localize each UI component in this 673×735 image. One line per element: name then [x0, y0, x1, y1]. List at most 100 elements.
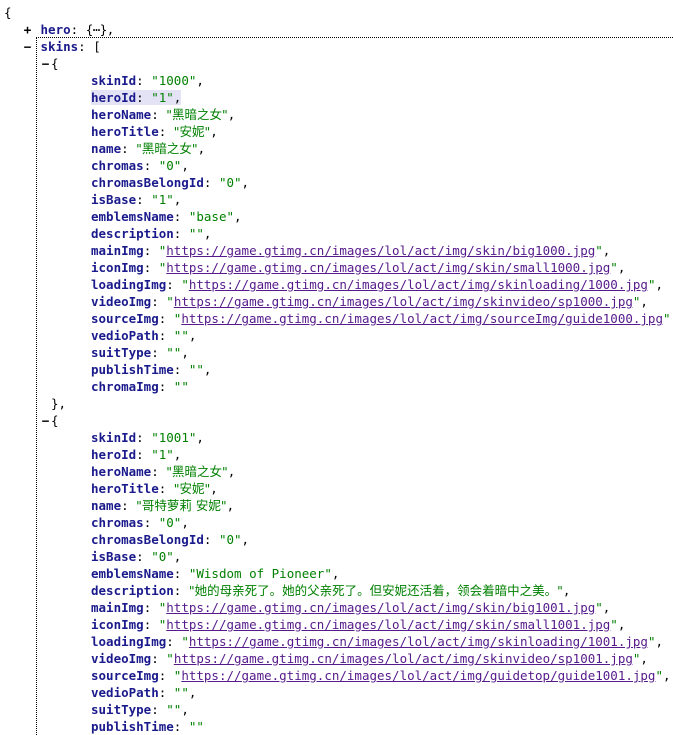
json-field-row: description: "她的母亲死了。她的父亲死了。但安妮还活着，领会着暗中… [0, 582, 673, 599]
skin-item-collapse-toggle[interactable]: − [40, 55, 51, 72]
field-string-value: "黑暗之女" [166, 107, 228, 122]
field-trailing-comma: , [242, 532, 250, 547]
skins-items-host: −{skinId: "1000",heroId: "1",heroName: "… [0, 55, 673, 735]
field-colon: : [144, 243, 159, 258]
field-trailing-comma: , [210, 124, 218, 139]
field-quote-close: " [595, 243, 603, 258]
hero-collapsed-object[interactable]: {⋯} [86, 22, 107, 37]
field-link-value[interactable]: https://game.gtimg.cn/images/lol/act/img… [189, 277, 648, 292]
field-string-value: "1001" [151, 430, 196, 445]
json-tree-viewer: { + hero: {⋯}, − skins: [ −{skinId: "100… [0, 0, 673, 735]
json-field-row: sourceImg: "https://game.gtimg.cn/images… [0, 667, 673, 684]
field-key: chromasBelongId [91, 175, 204, 190]
json-field-row: emblemsName: "base", [0, 208, 673, 225]
field-string-value: "" [174, 379, 189, 394]
json-field-row: loadingImg: "https://game.gtimg.cn/image… [0, 276, 673, 293]
json-field-row: chromas: "0", [0, 514, 673, 531]
field-colon: : [159, 668, 174, 683]
json-field-row: name: "哥特萝莉 安妮", [0, 497, 673, 514]
field-key: chromas [91, 158, 144, 173]
json-field: mainImg: "https://game.gtimg.cn/images/l… [91, 243, 610, 258]
field-key: videoImg [91, 294, 151, 309]
field-string-value: "" [174, 328, 189, 343]
field-key: heroTitle [91, 124, 159, 139]
skin-item-close-brace: }, [51, 396, 66, 411]
json-field-row: heroName: "黑暗之女", [0, 463, 673, 480]
field-colon: : [136, 549, 151, 564]
field-trailing-comma: , [181, 515, 189, 530]
field-string-value: "黑暗之女" [136, 141, 198, 156]
field-key: chromasBelongId [91, 532, 204, 547]
field-colon: : [159, 379, 174, 394]
field-quote-open: " [166, 651, 174, 666]
field-key: sourceImg [91, 668, 159, 683]
field-trailing-comma: , [181, 702, 189, 717]
field-key: publishTime [91, 719, 174, 734]
json-field: videoImg: "https://game.gtimg.cn/images/… [91, 294, 648, 309]
json-field: vedioPath: "", [91, 328, 196, 343]
field-trailing-comma: , [640, 294, 648, 309]
field-key: vedioPath [91, 328, 159, 343]
skin-item-collapse-toggle[interactable]: − [40, 412, 51, 429]
field-string-value: "" [189, 719, 204, 734]
json-field: skinId: "1000", [91, 73, 204, 88]
field-key: suitType [91, 702, 151, 717]
json-field-row: heroName: "黑暗之女", [0, 106, 673, 123]
field-colon: : [159, 481, 174, 496]
json-field: name: "黑暗之女", [91, 141, 205, 156]
json-field: chromas: "0", [91, 515, 189, 530]
json-field-row: heroTitle: "安妮", [0, 123, 673, 140]
field-trailing-comma: , [181, 345, 189, 360]
field-link-value[interactable]: https://game.gtimg.cn/images/lol/act/img… [166, 600, 595, 615]
json-field: sourceImg: "https://game.gtimg.cn/images… [91, 668, 671, 683]
field-link-value[interactable]: https://game.gtimg.cn/images/lol/act/img… [166, 260, 610, 275]
json-field: description: "", [91, 226, 211, 241]
field-key: emblemsName [91, 566, 174, 581]
field-trailing-comma: , [655, 634, 663, 649]
json-field-row: name: "黑暗之女", [0, 140, 673, 157]
field-link-value[interactable]: https://game.gtimg.cn/images/lol/act/img… [174, 294, 633, 309]
root-open-brace-row: { [0, 4, 673, 21]
field-link-value[interactable]: https://game.gtimg.cn/images/lol/act/img… [166, 243, 595, 258]
field-link-value[interactable]: https://game.gtimg.cn/images/lol/act/img… [181, 668, 655, 683]
field-colon: : [121, 141, 136, 156]
field-trailing-comma: , [189, 328, 197, 343]
field-trailing-comma: , [242, 175, 250, 190]
field-string-value: "她的母亲死了。她的父亲死了。但安妮还活着，领会着暗中之美。" [189, 583, 563, 598]
skins-guide-container: − skins: [ −{skinId: "1000",heroId: "1",… [0, 38, 673, 735]
json-field: iconImg: "https://game.gtimg.cn/images/l… [91, 617, 625, 632]
json-field-row: description: "", [0, 225, 673, 242]
json-field-row: heroId: "1", [0, 446, 673, 463]
hero-expand-toggle[interactable]: + [22, 21, 33, 38]
json-field: heroTitle: "安妮", [91, 481, 218, 496]
hero-colon: : [71, 22, 86, 37]
skins-collapse-toggle[interactable]: − [22, 38, 33, 55]
field-key: heroName [91, 464, 151, 479]
json-field: heroId: "1", [91, 447, 181, 462]
json-field-row: publishTime: "" [0, 718, 673, 735]
field-colon: : [144, 158, 159, 173]
json-field: isBase: "1", [91, 192, 181, 207]
field-key: videoImg [91, 651, 151, 666]
field-trailing-comma: , [210, 481, 218, 496]
field-trailing-comma: , [655, 277, 663, 292]
field-trailing-comma: , [640, 651, 648, 666]
json-field: loadingImg: "https://game.gtimg.cn/image… [91, 634, 663, 649]
json-field: chromasBelongId: "0", [91, 532, 249, 547]
field-string-value: "0" [219, 532, 242, 547]
field-colon: : [159, 124, 174, 139]
field-link-value[interactable]: https://game.gtimg.cn/images/lol/act/img… [166, 617, 610, 632]
field-string-value: "0" [151, 549, 174, 564]
field-string-value: "哥特萝莉 安妮" [136, 498, 226, 513]
json-field: iconImg: "https://game.gtimg.cn/images/l… [91, 260, 625, 275]
field-link-value[interactable]: https://game.gtimg.cn/images/lol/act/img… [181, 311, 663, 326]
json-field-row: suitType: "", [0, 344, 673, 361]
field-link-value[interactable]: https://game.gtimg.cn/images/lol/act/img… [189, 634, 648, 649]
field-key: vedioPath [91, 685, 159, 700]
field-key: emblemsName [91, 209, 174, 224]
field-colon: : [174, 209, 189, 224]
json-field: chromasBelongId: "0", [91, 175, 249, 190]
field-link-value[interactable]: https://game.gtimg.cn/images/lol/act/img… [174, 651, 633, 666]
field-key: skinId [91, 73, 136, 88]
skins-key: skins [41, 39, 79, 54]
